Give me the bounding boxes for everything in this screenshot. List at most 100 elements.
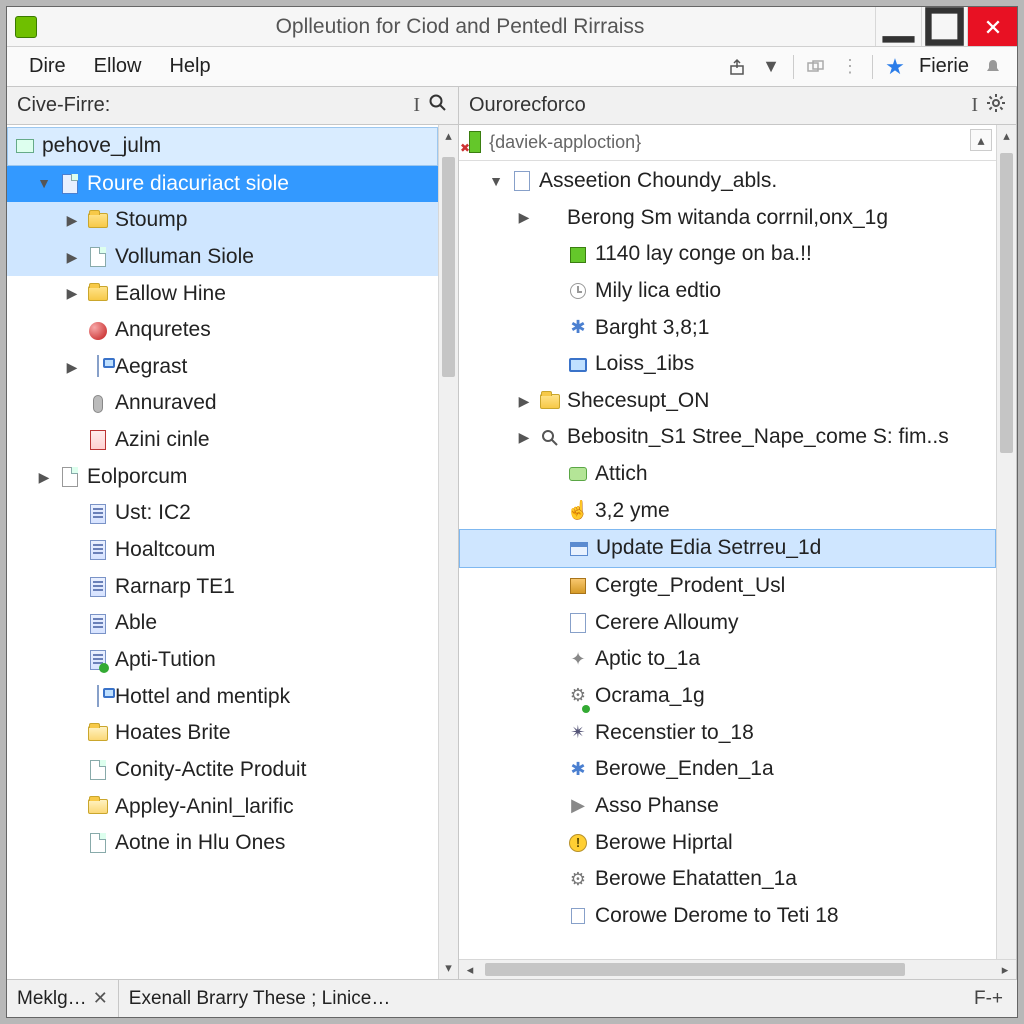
tree-item[interactable]: ▶ Eallow Hine [7, 276, 438, 313]
molecule-icon: ✱ [567, 759, 589, 781]
scroll-up-icon[interactable]: ▴ [439, 125, 458, 147]
tree-item[interactable]: Cergte_Prodent_Usl [459, 568, 996, 605]
right-scrollbar[interactable]: ▴ ▾ [996, 125, 1016, 979]
tree-item[interactable]: Appley-Aninl_larific [7, 789, 438, 826]
twisty-icon[interactable]: ▶ [63, 246, 81, 269]
tree-item[interactable]: ▼ Roure diacuriact siole [7, 166, 438, 203]
tree-item[interactable]: ⚙ Ocrama_1g [459, 678, 996, 715]
mic-icon [87, 393, 109, 415]
tree-item-label: Appley-Aninl_larific [115, 790, 294, 825]
right-tree[interactable]: ▼ Asseetion Choundy_abls. ▶ Berong Sm wi… [459, 161, 996, 959]
tree-root[interactable]: pehove_julm [7, 127, 438, 166]
tree-item[interactable]: Aotne in Hlu Ones [7, 825, 438, 862]
blank-icon [539, 207, 561, 229]
search-icon[interactable] [428, 93, 448, 119]
status-tab-2[interactable]: Exenall Brarry These ; Linice… [119, 980, 960, 1017]
tree-item[interactable]: ✱ Barght 3,8;1 [459, 310, 996, 347]
export-icon[interactable] [721, 52, 753, 82]
main-area: pehove_julm ▼ Roure diacuriact siole ▶ S… [7, 125, 1017, 979]
tree-item[interactable]: ! Berowe Hiprtal [459, 825, 996, 862]
tree-item[interactable]: Ust: IC2 [7, 495, 438, 532]
tree-item[interactable]: Loiss_1ibs [459, 346, 996, 383]
left-tree[interactable]: pehove_julm ▼ Roure diacuriact siole ▶ S… [7, 125, 438, 872]
right-hscrollbar[interactable]: ◂ ▸ [459, 959, 1016, 979]
toolbar-label[interactable]: Fierie [913, 55, 975, 78]
tree-item[interactable]: ▼ Asseetion Choundy_abls. [459, 163, 996, 200]
tree-item[interactable]: Hoates Brite [7, 715, 438, 752]
tree-item[interactable]: ▶ Volluman Siole [7, 239, 438, 276]
scroll-left-icon[interactable]: ◂ [459, 960, 481, 979]
tree-item-label: Mily lica edtio [595, 274, 721, 309]
gear-icon[interactable] [986, 93, 1006, 119]
scroll-down-icon[interactable]: ▾ [439, 957, 458, 979]
close-button[interactable] [967, 7, 1017, 46]
tree-item[interactable]: ▶ Berong Sm witanda corrnil,onx_1g [459, 200, 996, 237]
twisty-icon[interactable]: ▼ [35, 172, 53, 195]
tree-item[interactable]: ▶ Eolporcum [7, 459, 438, 496]
tree-item[interactable]: Annuraved [7, 385, 438, 422]
tree-item[interactable]: Apti-Tution [7, 642, 438, 679]
pane-handle-icon[interactable]: I [971, 94, 978, 117]
scroll-up-icon[interactable]: ▴ [997, 125, 1016, 147]
tree-item[interactable]: Mily lica edtio [459, 273, 996, 310]
dropdown-icon[interactable]: ▼ [755, 52, 787, 82]
minimize-button[interactable] [875, 7, 921, 46]
right-pane-header: Ourorecforco I [459, 87, 1017, 124]
tree-item[interactable]: Rarnarp TE1 [7, 569, 438, 606]
maximize-button[interactable] [921, 7, 967, 46]
more-icon[interactable]: ⋮ [834, 52, 866, 82]
twisty-icon[interactable]: ▶ [63, 209, 81, 232]
twisty-icon[interactable]: ▼ [487, 170, 505, 193]
tree-item[interactable]: ✴ Recenstier to_18 [459, 715, 996, 752]
tree-item[interactable]: Cerere Alloumy [459, 605, 996, 642]
twisty-icon[interactable]: ▶ [35, 466, 53, 489]
tree-item[interactable]: ✱ Berowe_Enden_1a [459, 751, 996, 788]
window-icon [568, 538, 590, 560]
twisty-icon[interactable]: ▶ [515, 390, 533, 413]
tree-item[interactable]: Able [7, 605, 438, 642]
twisty-icon[interactable]: ▶ [63, 282, 81, 305]
separator [793, 55, 794, 79]
status-tab-1[interactable]: Meklg… ✕ [7, 980, 119, 1017]
tree-item[interactable]: Hoaltcoum [7, 532, 438, 569]
twisty-icon[interactable]: ▶ [63, 356, 81, 379]
tree-item-label: Ocrama_1g [595, 679, 705, 714]
tree-item[interactable]: Hottel and mentipk [7, 679, 438, 716]
windows-icon[interactable] [800, 52, 832, 82]
tree-item[interactable]: Corowe Derome to Teti 18 [459, 898, 996, 935]
tree-item[interactable]: Azini cinle [7, 422, 438, 459]
tree-item[interactable]: ▶ Bebositn_S1 Stree_Nape_come S: fim..s [459, 419, 996, 456]
tree-item-label: Update Edia Setrreu_1d [596, 531, 821, 566]
bell-icon[interactable] [977, 52, 1009, 82]
menu-help[interactable]: Help [155, 51, 224, 82]
folder-icon [539, 390, 561, 412]
tree-item-label: Attich [595, 457, 648, 492]
tree-item[interactable]: ▶ Aegrast [7, 349, 438, 386]
tree-item[interactable]: ⚙ Berowe Ehatatten_1a [459, 861, 996, 898]
tree-item[interactable]: Attich [459, 456, 996, 493]
tree-item-label: Conity-Actite Produit [115, 753, 306, 788]
pane-handle-icon[interactable]: I [413, 94, 420, 117]
menu-ellow[interactable]: Ellow [80, 51, 156, 82]
left-scrollbar[interactable]: ▴ ▾ [438, 125, 458, 979]
twisty-icon[interactable]: ▶ [515, 206, 533, 229]
star-icon[interactable]: ★ [879, 52, 911, 82]
tree-item[interactable]: ✦ Aptic to_1a [459, 641, 996, 678]
tree-item[interactable]: Conity-Actite Produit [7, 752, 438, 789]
tree-item[interactable]: Update Edia Setrreu_1d [459, 529, 996, 568]
scroll-right-icon[interactable]: ▸ [994, 960, 1016, 979]
folder-open-icon [87, 723, 109, 745]
twisty-icon[interactable]: ▶ [515, 426, 533, 449]
tree-item[interactable]: 1140 lay conge on ba.!! [459, 236, 996, 273]
tree-item[interactable]: ▶ Asso Phanse [459, 788, 996, 825]
tree-item[interactable]: ▶ Shecesupt_ON [459, 383, 996, 420]
tree-item[interactable]: Anquretes [7, 312, 438, 349]
tree-item-label: Azini cinle [115, 423, 210, 458]
close-icon[interactable]: ✕ [93, 988, 108, 1009]
collapse-up-icon[interactable]: ▴ [970, 129, 992, 151]
tree-item[interactable]: ☝ 3,2 yme [459, 493, 996, 530]
menu-dire[interactable]: Dire [15, 51, 80, 82]
tree-item-label: Loiss_1ibs [595, 347, 694, 382]
tree-item-label: Rarnarp TE1 [115, 570, 235, 605]
tree-item[interactable]: ▶ Stoump [7, 202, 438, 239]
